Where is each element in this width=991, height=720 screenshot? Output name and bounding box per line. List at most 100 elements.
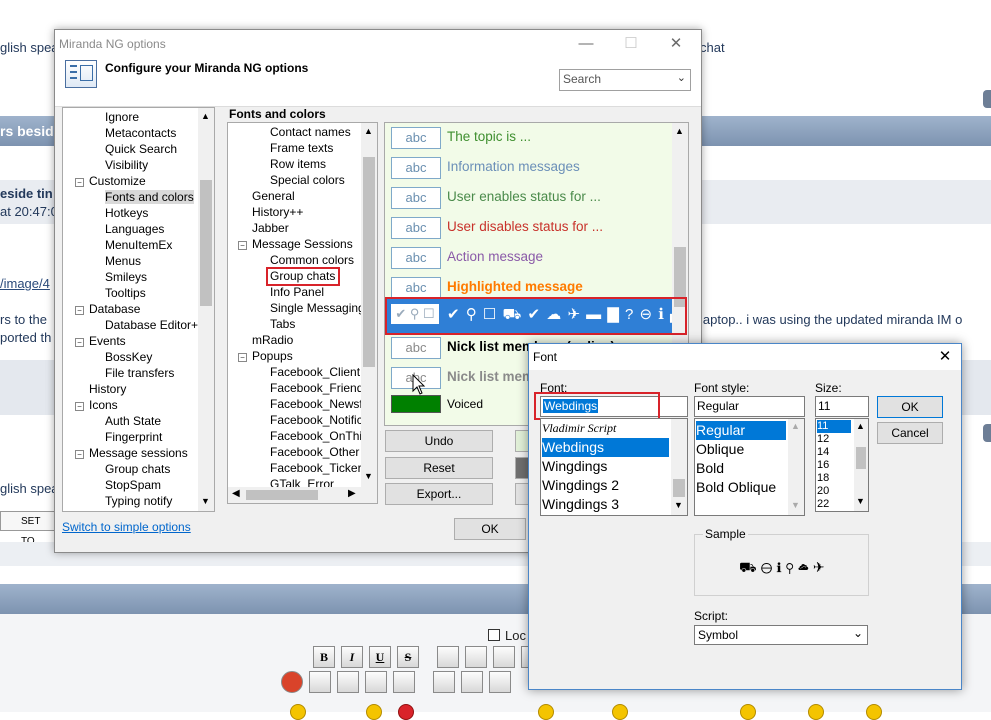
tree-item[interactable]: StopSpam [105, 478, 161, 492]
tree-item[interactable]: MenuItemEx [105, 238, 172, 252]
more-icon[interactable] [489, 671, 511, 693]
tree-item[interactable]: Smileys [105, 270, 147, 284]
tree-expander-icon[interactable]: − [238, 353, 247, 362]
font-item[interactable]: abc Action message [391, 245, 671, 271]
tree-item[interactable]: Metacontacts [105, 126, 176, 140]
font-cancel-button[interactable]: Cancel [877, 422, 943, 444]
category-item[interactable]: Common colors [270, 253, 354, 267]
scroll-down-icon[interactable]: ▼ [364, 471, 373, 481]
link-icon[interactable] [365, 671, 387, 693]
category-item[interactable]: Popups [252, 349, 293, 363]
flash-icon[interactable] [281, 671, 303, 693]
category-item[interactable]: Special colors [270, 173, 345, 187]
scroll-left-icon[interactable]: ◀ [232, 488, 240, 499]
close-icon[interactable]: ✕ [653, 30, 699, 58]
tree-item[interactable]: Typing notify [105, 494, 172, 508]
emoji-icon[interactable] [398, 704, 414, 720]
font-item[interactable]: abc User disables status for ... [391, 215, 671, 241]
font-size-option[interactable]: 14 [817, 446, 851, 459]
tree-item[interactable]: Customize [89, 174, 146, 188]
scroll-thumb[interactable] [200, 180, 212, 306]
close-icon[interactable]: ✕ [929, 344, 961, 370]
font-name-option[interactable]: Wingdings 3 [542, 495, 669, 514]
scroll-up-icon[interactable]: ▲ [364, 126, 373, 136]
category-hscrollbar[interactable]: ◀ ▶ [228, 487, 377, 503]
options-tree[interactable]: Ignore Metacontacts Quick Search Visibility… [62, 107, 215, 512]
tree-item[interactable]: Menus [105, 254, 141, 268]
reset-button[interactable]: Reset [385, 457, 493, 479]
image-icon[interactable] [309, 671, 331, 693]
scroll-up-icon[interactable]: ▲ [201, 111, 210, 121]
font-size-option[interactable]: 18 [817, 472, 851, 485]
category-item[interactable]: Single Messaging [270, 301, 365, 315]
category-scrollbar[interactable]: ▲ ▼ [361, 123, 377, 487]
switch-simple-link[interactable]: Switch to simple options [62, 520, 191, 534]
font-name-option[interactable]: Webdings [542, 438, 669, 457]
category-item[interactable]: Info Panel [270, 285, 324, 299]
export-button[interactable]: Export... [385, 483, 493, 505]
category-item[interactable]: Facebook_Ticker [270, 461, 362, 475]
tree-item[interactable]: Hotkeys [105, 206, 148, 220]
category-item[interactable]: Tabs [270, 317, 295, 331]
font-style-input[interactable]: Regular [694, 396, 805, 417]
font-size-option[interactable]: 22 [817, 498, 851, 511]
font-size-option[interactable]: 16 [817, 459, 851, 472]
tree-item[interactable]: Quick Search [105, 142, 177, 156]
language-link[interactable]: glish spea [0, 40, 59, 55]
strike-button[interactable]: S [397, 646, 419, 668]
emoji-icon[interactable] [612, 704, 628, 720]
font-ok-button[interactable]: OK [877, 396, 943, 418]
chat-link[interactable]: chat [700, 40, 725, 55]
tree-item[interactable]: Languages [105, 222, 164, 236]
font-name-scrollbar[interactable]: ▼ [671, 419, 687, 515]
tree-item[interactable]: Database Editor++ [105, 318, 205, 332]
script-select[interactable]: Symbol ⌄ [694, 625, 868, 645]
emoji-icon[interactable] [538, 704, 554, 720]
font-style-option[interactable]: Bold Oblique [696, 478, 786, 497]
font-style-option[interactable]: Bold [696, 459, 786, 478]
smiley-icon[interactable] [393, 671, 415, 693]
size-scrollbar[interactable]: ▲ ▼ [854, 419, 868, 511]
media-icon[interactable] [461, 671, 483, 693]
emoji-icon[interactable] [740, 704, 756, 720]
image-link[interactable]: /image/4 [0, 276, 50, 291]
font-item[interactable]: abc User enables status for ... [391, 185, 671, 211]
lock-checkbox[interactable] [488, 629, 500, 641]
scroll-thumb[interactable] [856, 447, 866, 469]
scroll-thumb[interactable] [673, 479, 685, 497]
scroll-up-icon[interactable]: ▲ [856, 421, 865, 431]
font-category-tree[interactable]: Contact names Frame texts Row items Special… [227, 122, 378, 504]
tree-expander-icon[interactable]: − [75, 450, 84, 459]
tree-item[interactable]: Events [89, 334, 126, 348]
font-size-input[interactable]: 11 [815, 396, 869, 417]
category-item[interactable]: General [252, 189, 295, 203]
google-icon[interactable] [433, 671, 455, 693]
chevron-down-icon[interactable]: ⌄ [853, 626, 863, 640]
tree-expander-icon[interactable]: − [238, 241, 247, 250]
category-item[interactable]: Facebook_Notificat [270, 413, 373, 427]
font-style-option[interactable]: Regular [696, 421, 786, 440]
hscroll-thumb[interactable] [246, 490, 318, 500]
tree-item[interactable]: File transfers [105, 366, 174, 380]
align-center-icon[interactable] [493, 646, 515, 668]
tree-expander-icon[interactable]: − [75, 306, 84, 315]
category-item[interactable]: Facebook_Client [270, 365, 360, 379]
tree-item[interactable]: Tooltips [105, 286, 146, 300]
font-name-option[interactable]: Wingdings [542, 457, 669, 476]
emoji-icon[interactable] [866, 704, 882, 720]
tree-item[interactable]: Database [89, 302, 140, 316]
chevron-down-icon[interactable]: ⌄ [677, 71, 686, 84]
align-justify-icon[interactable] [465, 646, 487, 668]
tree-item[interactable]: Fingerprint [105, 430, 162, 444]
minimize-icon[interactable]: — [563, 30, 609, 58]
font-item[interactable]: abc Information messages [391, 155, 671, 181]
tree-item[interactable]: BossKey [105, 350, 152, 364]
category-item[interactable]: Contact names [270, 125, 351, 139]
tree-item[interactable]: Icons [89, 398, 118, 412]
font-name-list[interactable]: Vladimir Script Webdings Wingdings Wingding… [540, 418, 688, 516]
font-size-option[interactable]: 12 [817, 433, 851, 446]
tree-expander-icon[interactable]: − [75, 338, 84, 347]
scroll-thumb[interactable] [363, 157, 375, 367]
category-item[interactable]: mRadio [252, 333, 293, 347]
bold-button[interactable]: B [313, 646, 335, 668]
